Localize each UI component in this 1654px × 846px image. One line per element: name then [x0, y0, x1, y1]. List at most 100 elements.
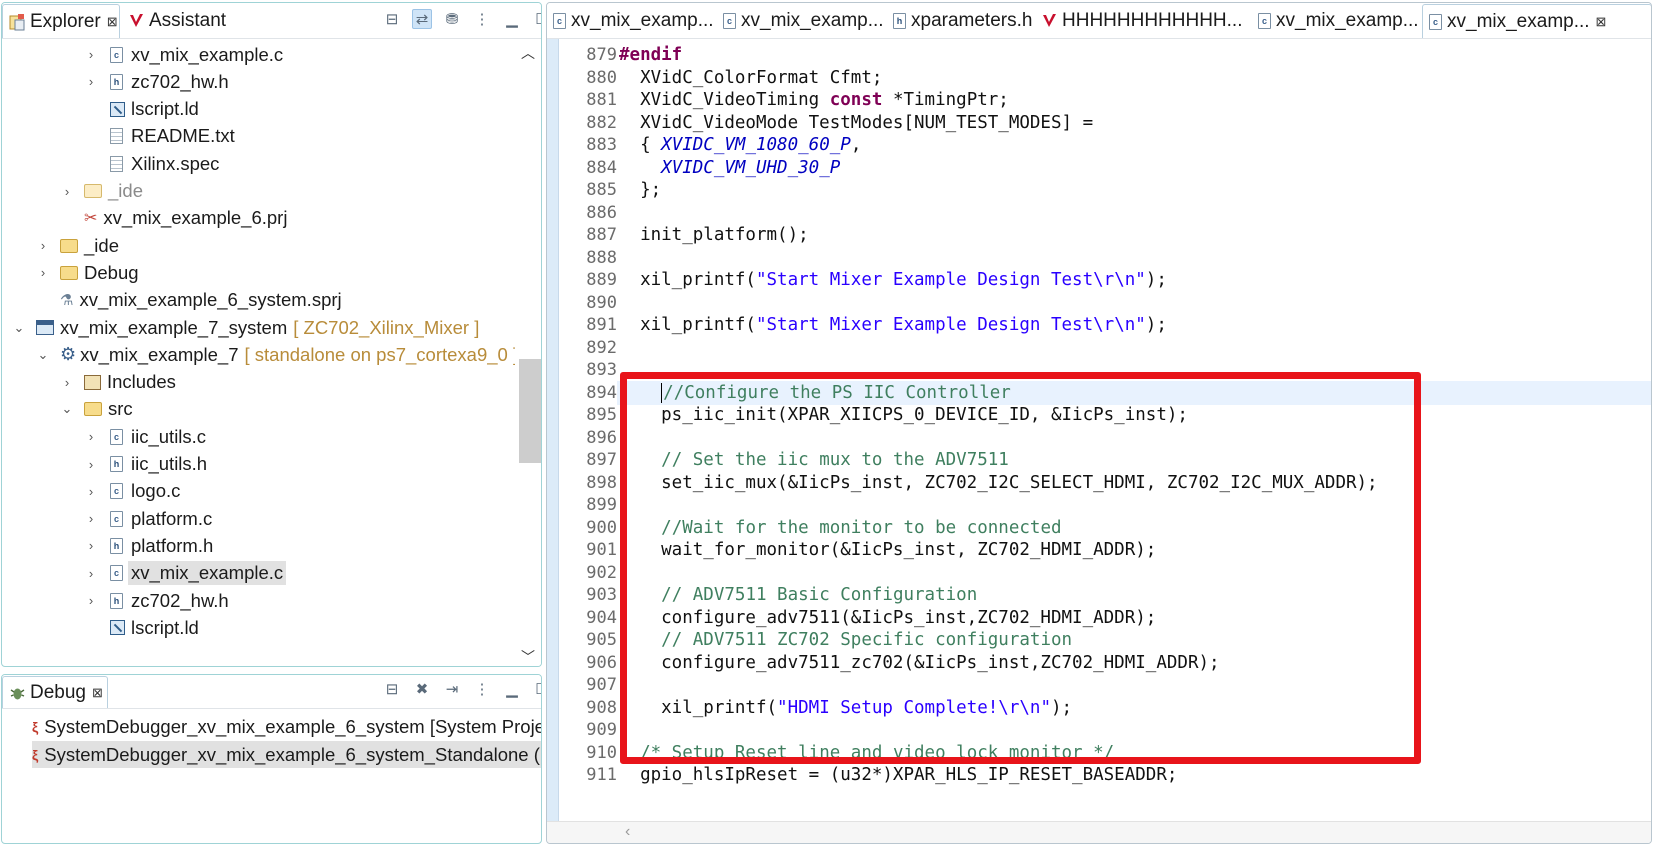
chevron-right-icon[interactable]: › — [84, 457, 98, 472]
code-line[interactable]: xil_printf("HDMI Setup Complete!\r\n"); — [617, 696, 1651, 720]
code-line[interactable]: wait_for_monitor(&IicPs_inst, ZC702_HDMI… — [617, 538, 1651, 562]
tree-item[interactable]: › c xv_mix_example.c — [84, 41, 283, 68]
code-line[interactable]: XVidC_VideoTiming const *TimingPtr; — [617, 88, 1651, 112]
tree-item[interactable]: ›lscript.ld — [84, 614, 199, 641]
chevron-right-icon[interactable]: › — [84, 538, 98, 553]
chevron-right-icon[interactable]: › — [84, 566, 98, 581]
tree-item[interactable]: › c xv_mix_example.c — [84, 560, 287, 587]
scroll-left-icon[interactable]: ‹ — [625, 823, 630, 841]
tree-item[interactable]: › c platform.c — [84, 505, 212, 532]
chevron-right-icon[interactable]: › — [84, 511, 98, 526]
code-line[interactable]: // ADV7511 Basic Configuration — [617, 583, 1651, 607]
tree-item[interactable]: › Includes — [60, 369, 176, 396]
chevron-right-icon[interactable]: › — [84, 484, 98, 499]
editor-tab[interactable]: c xv_mix_examp... ⊠ — [1422, 4, 1651, 38]
minimize-icon[interactable]: ▁ — [502, 9, 522, 29]
close-icon[interactable]: ⊠ — [107, 14, 118, 30]
tree-item[interactable]: › h zc702_hw.h — [84, 587, 229, 614]
tab-assistant[interactable]: Assistant — [122, 4, 242, 38]
editor-tab[interactable]: c xv_mix_examp... — [547, 4, 715, 38]
maximize-icon[interactable]: ☐ — [532, 679, 541, 699]
code-line[interactable] — [617, 561, 1651, 585]
tree-item[interactable]: ›README.txt — [84, 123, 235, 150]
remove-all-terminated-icon[interactable]: ✖ — [412, 679, 432, 699]
code-line[interactable]: #endif — [617, 43, 1651, 67]
tree-item[interactable]: › h iic_utils.h — [84, 451, 207, 478]
code-line[interactable] — [617, 718, 1651, 742]
tree-item[interactable]: › h platform.h — [84, 532, 213, 559]
chevron-right-icon[interactable]: › — [84, 593, 98, 608]
chevron-right-icon[interactable]: › — [60, 184, 74, 199]
tree-item[interactable]: ⌄ xv_mix_example_7_system[ ZC702_Xilinx_M… — [12, 314, 480, 341]
code-line[interactable]: XVIDC_VM_UHD_30_P — [617, 156, 1651, 180]
code-line[interactable] — [617, 673, 1651, 697]
code-line[interactable]: configure_adv7511_zc702(&IicPs_inst,ZC70… — [617, 651, 1651, 675]
tree-item[interactable]: › Debug — [36, 259, 139, 286]
editor-tab[interactable]: c xv_mix_examp... — [717, 4, 885, 38]
tree-item[interactable]: ›⚗xv_mix_example_6_system.sprj — [36, 287, 342, 314]
chevron-right-icon[interactable]: › — [36, 265, 50, 280]
view-menu-icon[interactable]: ⋮ — [472, 679, 492, 699]
code-line[interactable]: xil_printf("Start Mixer Example Design T… — [617, 268, 1651, 292]
tree-item[interactable]: › c iic_utils.c — [84, 423, 206, 450]
code-line[interactable]: //Configure the PS IIC Controller — [617, 380, 1651, 405]
chevron-down-icon[interactable]: ⌄ — [36, 347, 50, 363]
chevron-right-icon[interactable]: › — [36, 238, 50, 253]
close-icon[interactable]: ⊠ — [1596, 14, 1607, 30]
tree-item[interactable]: ⌄ ⚙ xv_mix_example_7[ standalone on ps7_co… — [36, 341, 519, 368]
code-line[interactable] — [617, 493, 1651, 517]
tab-debug[interactable]: Debug ⊠ — [2, 676, 108, 708]
code-line[interactable]: { XVIDC_VM_1080_60_P, — [617, 133, 1651, 157]
code-line[interactable]: /* Setup Reset line and video lock monit… — [617, 741, 1651, 765]
scroll-up-icon[interactable]: ︿ — [521, 43, 535, 63]
code-line[interactable]: }; — [617, 178, 1651, 202]
code-line[interactable]: init_platform(); — [617, 223, 1651, 247]
scroll-thumb[interactable] — [519, 359, 541, 463]
close-icon[interactable]: ⊠ — [92, 685, 103, 701]
debug-launch-item[interactable]: ξ SystemDebugger_xv_mix_example_6_system… — [32, 713, 541, 740]
editor-tab[interactable]: c xv_mix_examp... — [1252, 4, 1420, 38]
tree-item[interactable]: › _ide — [60, 178, 143, 205]
code-line[interactable]: XVidC_VideoMode TestModes[NUM_TEST_MODES… — [617, 111, 1651, 135]
code-line[interactable]: // Set the iic mux to the ADV7511 — [617, 448, 1651, 472]
chevron-down-icon[interactable]: ⌄ — [60, 401, 74, 417]
code-line[interactable]: // ADV7511 ZC702 Specific configuration — [617, 628, 1651, 652]
tree-item[interactable]: ›lscript.ld — [84, 96, 199, 123]
chevron-right-icon[interactable]: › — [84, 74, 98, 89]
code-line[interactable]: XVidC_ColorFormat Cfmt; — [617, 66, 1651, 90]
code-line[interactable]: set_iic_mux(&IicPs_inst, ZC702_I2C_SELEC… — [617, 471, 1651, 495]
maximize-icon[interactable]: ☐ — [532, 9, 541, 29]
code-line[interactable]: xil_printf("Start Mixer Example Design T… — [617, 313, 1651, 337]
explorer-scrollbar[interactable]: ︿ ﹀ — [515, 41, 541, 666]
code-area[interactable]: #endif XVidC_ColorFormat Cfmt; XVidC_Vid… — [617, 39, 1651, 821]
tab-explorer[interactable]: Explorer ⊠ — [2, 4, 120, 38]
collapse-all-icon[interactable]: ⊟ — [382, 679, 402, 699]
debug-launch-item[interactable]: ξ SystemDebugger_xv_mix_example_6_system… — [32, 741, 541, 768]
chevron-right-icon[interactable]: › — [84, 47, 98, 62]
code-line[interactable] — [617, 246, 1651, 270]
tree-item[interactable]: › c logo.c — [84, 478, 181, 505]
editor-tab[interactable]: h xparameters.h — [887, 4, 1033, 38]
code-line[interactable] — [617, 358, 1651, 382]
chevron-down-icon[interactable]: ⌄ — [12, 320, 26, 336]
collapse-all-icon[interactable]: ⊟ — [382, 9, 402, 29]
code-line[interactable] — [617, 201, 1651, 225]
tree-item[interactable]: ›✂xv_mix_example_6.prj — [60, 205, 287, 232]
horizontal-scrollbar[interactable]: ‹ — [547, 821, 1651, 843]
code-line[interactable] — [617, 291, 1651, 315]
tree-item[interactable]: ⌄ src — [60, 396, 133, 423]
code-line[interactable]: ps_iic_init(XPAR_XIICPS_0_DEVICE_ID, &Ii… — [617, 403, 1651, 427]
filter-icon[interactable]: ⛃ — [442, 9, 462, 29]
tree-item[interactable]: › h zc702_hw.h — [84, 68, 229, 95]
code-line[interactable]: gpio_hlsIpReset = (u32*)XPAR_HLS_IP_RESE… — [617, 763, 1651, 787]
view-menu-icon[interactable]: ⋮ — [472, 9, 492, 29]
editor-tab[interactable]: HHHHHHHHHHHH... — [1035, 4, 1250, 38]
code-line[interactable]: configure_adv7511(&IicPs_inst,ZC702_HDMI… — [617, 606, 1651, 630]
tree-item[interactable]: ›Xilinx.spec — [84, 150, 219, 177]
step-into-icon[interactable]: ⇥ — [442, 679, 462, 699]
chevron-right-icon[interactable]: › — [60, 375, 74, 390]
tree-item[interactable]: › _ide — [36, 232, 119, 259]
scroll-down-icon[interactable]: ﹀ — [521, 647, 535, 666]
minimize-icon[interactable]: ▁ — [502, 679, 522, 699]
code-line[interactable] — [617, 336, 1651, 360]
